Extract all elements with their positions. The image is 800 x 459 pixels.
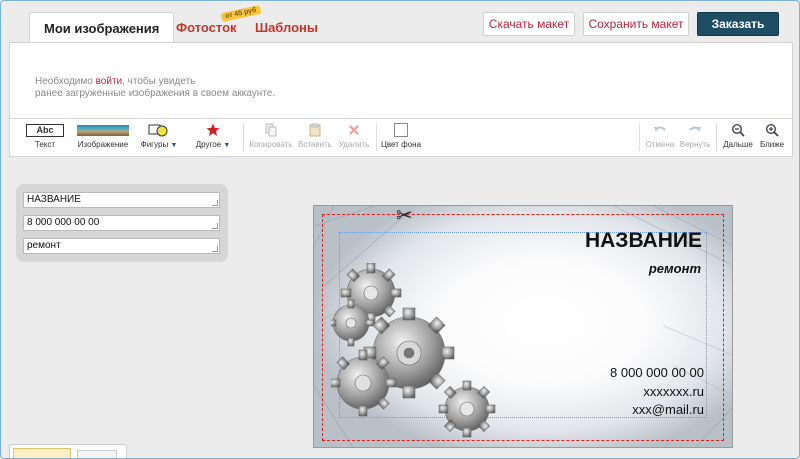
name-field[interactable]: НАЗВАНИЕ	[23, 192, 220, 208]
card-side-tabs	[9, 444, 127, 458]
tool-zoom-in-label: Ближе	[759, 140, 785, 149]
card-email[interactable]: xxx@mail.ru	[632, 402, 704, 417]
editor-toolbar: Abc Текст Изображение Фигуры ▼ Другое ▼ …	[9, 119, 793, 157]
toolbar-divider	[376, 123, 377, 151]
chevron-down-icon: ▼	[170, 142, 178, 149]
tool-zoom-in[interactable]: Ближе	[757, 122, 787, 154]
tool-copy[interactable]: Копировать	[248, 122, 294, 154]
editor-window: Мои изображения Фотосток от 45 руб Шабло…	[0, 0, 800, 459]
paste-icon	[296, 122, 334, 138]
tool-paste[interactable]: Вставить	[296, 122, 334, 154]
star-icon	[190, 122, 236, 138]
tab-my-images[interactable]: Мои изображения	[29, 12, 175, 44]
card-phone[interactable]: 8 000 000 00 00	[610, 365, 704, 380]
shapes-icon	[136, 122, 182, 138]
image-thumbnail-icon	[77, 124, 129, 136]
zoom-in-icon	[757, 122, 787, 138]
toolbar-divider	[716, 123, 717, 151]
tool-bg-color[interactable]: Цвет фона	[380, 122, 422, 154]
redo-icon	[678, 122, 712, 138]
scissors-icon: ✂	[396, 205, 413, 227]
login-message: Необходимо войти, чтобы увидеть ранее за…	[35, 76, 275, 100]
card-company-name[interactable]: НАЗВАНИЕ	[585, 229, 702, 253]
my-images-panel: Необходимо войти, чтобы увидеть ранее за…	[9, 42, 793, 119]
tool-copy-label: Копировать	[249, 140, 293, 149]
save-layout-button[interactable]: Сохранить макет	[583, 12, 689, 36]
login-link[interactable]: войти	[96, 76, 123, 87]
text-abc-icon: Abc	[26, 123, 64, 137]
tool-text-label: Текст	[34, 140, 56, 149]
text-fields-panel: НАЗВАНИЕ 8 000 000 00 00 ремонт	[16, 184, 228, 262]
tab-templates[interactable]: Шаблоны	[241, 12, 332, 43]
toolbar-divider	[243, 123, 244, 151]
tool-other-label: Другое	[195, 140, 222, 149]
card-service[interactable]: ремонт	[649, 261, 701, 276]
card-back-tab[interactable]	[77, 450, 117, 458]
service-field[interactable]: ремонт	[23, 238, 220, 254]
tool-bg-color-label: Цвет фона	[380, 140, 422, 149]
tool-zoom-out[interactable]: Дальше	[721, 122, 755, 154]
bg-color-swatch-icon	[380, 122, 422, 138]
download-layout-button[interactable]: Скачать макет	[483, 12, 575, 36]
tool-redo-label: Вернуть	[679, 140, 711, 149]
tool-paste-label: Вставить	[298, 140, 332, 149]
tool-shapes[interactable]: Фигуры ▼	[136, 122, 182, 154]
gears-image[interactable]	[331, 263, 501, 443]
tool-zoom-out-label: Дальше	[723, 140, 753, 149]
tool-delete-label: Удалить	[338, 140, 370, 149]
order-button[interactable]: Заказать	[697, 12, 779, 36]
card-website[interactable]: xxxxxxx.ru	[643, 384, 704, 399]
tool-undo-label: Отмена	[645, 140, 675, 149]
toolbar-divider	[639, 123, 640, 151]
tool-redo[interactable]: Вернуть	[678, 122, 712, 154]
tool-other[interactable]: Другое ▼	[190, 122, 236, 154]
tool-text[interactable]: Abc Текст	[24, 122, 66, 154]
login-message-line2: ранее загруженные изображения в своем ак…	[35, 88, 276, 99]
top-tab-bar: Мои изображения Фотосток от 45 руб Шабло…	[9, 4, 793, 44]
card-front-tab[interactable]	[13, 448, 71, 458]
tool-image-label: Изображение	[77, 140, 129, 149]
undo-icon	[644, 122, 676, 138]
tool-image[interactable]: Изображение	[74, 122, 132, 154]
login-message-suffix: , чтобы увидеть	[122, 76, 196, 87]
tool-shapes-label: Фигуры	[140, 140, 169, 149]
login-message-prefix: Необходимо	[35, 76, 96, 87]
tool-undo[interactable]: Отмена	[644, 122, 676, 154]
tool-delete[interactable]: Удалить	[336, 122, 372, 154]
zoom-out-icon	[721, 122, 755, 138]
chevron-down-icon: ▼	[223, 142, 231, 149]
delete-x-icon	[336, 122, 372, 138]
copy-icon	[248, 122, 294, 138]
phone-field[interactable]: 8 000 000 00 00	[23, 215, 220, 231]
